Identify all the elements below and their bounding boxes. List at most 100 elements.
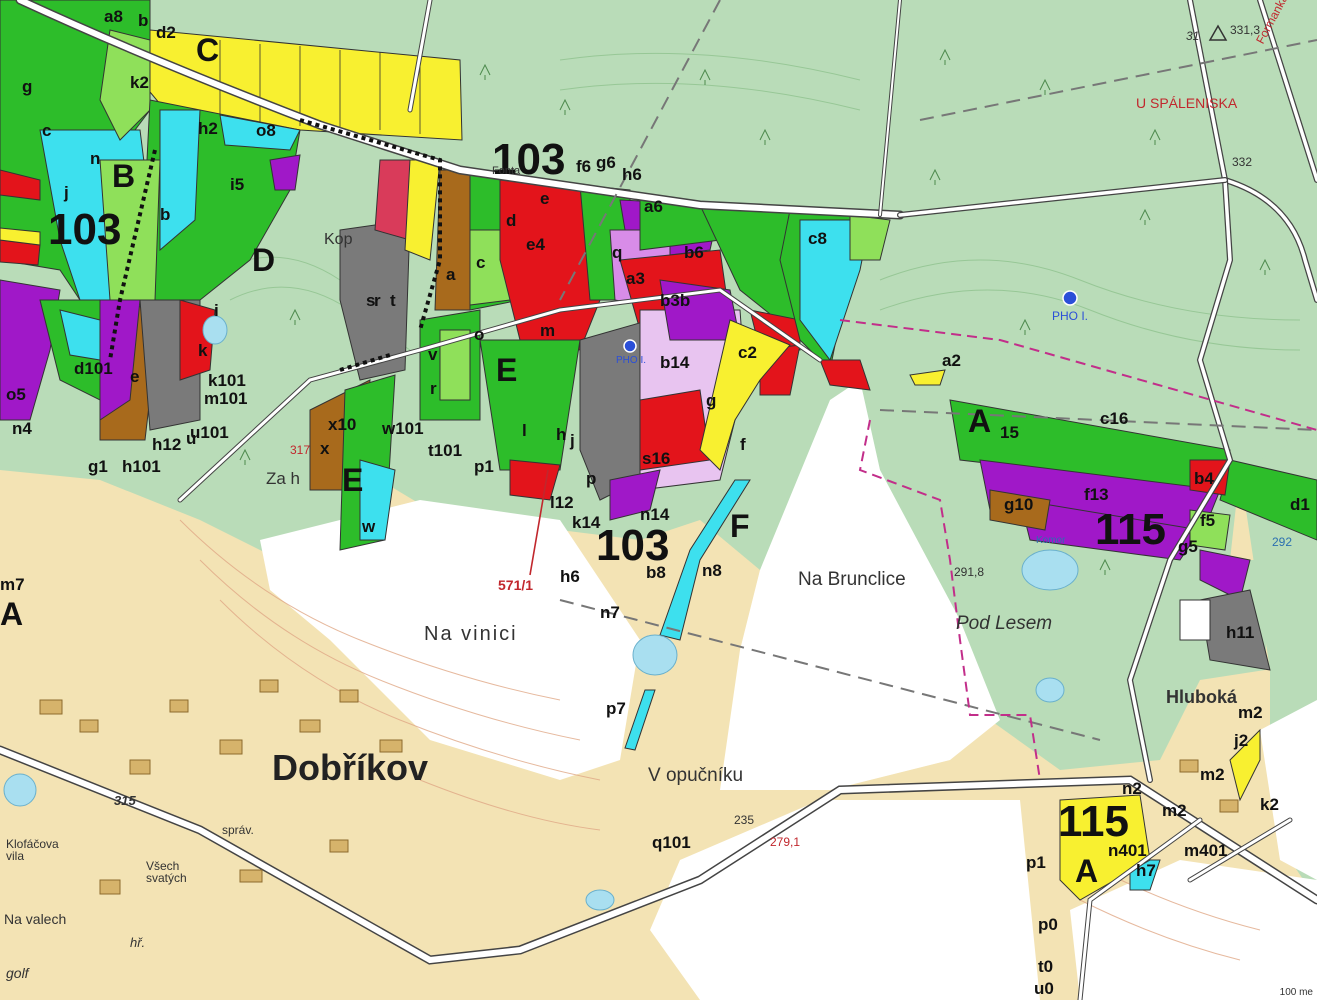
stand-c2: c2 xyxy=(738,343,757,362)
stand-e-sw: e xyxy=(130,367,140,386)
stand-m: m xyxy=(540,321,556,340)
section-b[interactable]: B xyxy=(112,160,135,192)
stand-b4: b4 xyxy=(1194,469,1214,488)
compartment-103-left[interactable]: 103 xyxy=(48,208,121,252)
stand-purple-o8 xyxy=(269,154,301,191)
stand-d2: d2 xyxy=(156,23,176,42)
section-f[interactable]: F xyxy=(730,510,750,542)
section-c[interactable]: C xyxy=(196,34,219,66)
pond-1 xyxy=(632,634,678,676)
stand-h12: h12 xyxy=(152,435,182,454)
place-fonta: Fonta xyxy=(492,165,521,177)
stand-e4: e4 xyxy=(526,235,545,254)
label-spot-31: 31 xyxy=(1186,29,1200,43)
stand-h6: h6 xyxy=(622,165,642,184)
place-na-vinici: Na vinici xyxy=(424,623,518,645)
section-d[interactable]: D xyxy=(252,244,275,276)
stand-i: i xyxy=(214,301,219,320)
stand-n14: n14 xyxy=(640,505,670,524)
section-a-left[interactable]: A xyxy=(0,598,23,630)
stand-c16: c16 xyxy=(1100,409,1129,428)
compartment-103-mid[interactable]: 103 xyxy=(596,524,669,568)
stand-q101: q101 xyxy=(652,833,691,852)
section-e-low[interactable]: E xyxy=(342,464,363,496)
stand-h2: h2 xyxy=(198,119,218,138)
stand-g6: g6 xyxy=(596,153,616,172)
compartment-115-bottom[interactable]: 115 xyxy=(1058,800,1129,844)
pond-5 xyxy=(585,889,615,911)
place-golf: golf xyxy=(6,965,29,981)
stand-u: u xyxy=(186,429,197,448)
pho-symbol xyxy=(1062,290,1078,306)
stand-u0: u0 xyxy=(1034,979,1054,998)
section-a-bottom[interactable]: A xyxy=(1075,855,1098,887)
stand-p0: p0 xyxy=(1038,915,1058,934)
stand-l12: l12 xyxy=(550,493,574,512)
stand-o8: o8 xyxy=(256,121,276,140)
stand-h6b: h6 xyxy=(560,567,580,586)
stand-x10: x10 xyxy=(328,415,357,434)
pond-2 xyxy=(1021,549,1079,591)
stand-g-mid: g xyxy=(706,391,717,410)
stand-b14: b14 xyxy=(660,353,690,372)
stand-j: j xyxy=(64,183,69,202)
stand-x: x xyxy=(320,439,330,458)
field-bottom xyxy=(650,800,1040,1000)
stand-m2b: m2 xyxy=(1200,765,1225,784)
stand-r-2: r xyxy=(430,379,437,398)
place-hluboka: Hluboká xyxy=(1166,687,1238,707)
stand-b8: b8 xyxy=(646,563,666,582)
stand-w101: w101 xyxy=(382,419,424,438)
stand-c: c xyxy=(42,121,52,140)
pho-symbol-2 xyxy=(623,339,637,353)
stand-e: e xyxy=(540,189,550,208)
stand-m7: m7 xyxy=(0,575,25,594)
stand-v: v xyxy=(428,345,438,364)
stand-s: s xyxy=(366,291,376,310)
place-sprav: správ. xyxy=(222,823,254,837)
place-hr: hř. xyxy=(130,935,146,950)
stand-a: a xyxy=(446,265,456,284)
stand-d: d xyxy=(506,211,517,230)
compartment-115-right[interactable]: 115 xyxy=(1095,508,1166,552)
stand-n401: n401 xyxy=(1108,841,1147,860)
forest-stand-map[interactable]: 103 103 103 115 115 A A A B C D E E F 57… xyxy=(0,0,1317,1000)
stand-h11: h11 xyxy=(1226,623,1255,642)
stand-k2b: k2 xyxy=(1260,795,1279,814)
section-e-mid[interactable]: E xyxy=(496,354,517,386)
stand-j: j xyxy=(570,431,575,450)
place-klofacova-vila: Klofáčova vila xyxy=(6,837,59,863)
stand-k2: k2 xyxy=(130,73,149,92)
pond-4 xyxy=(3,773,37,807)
stand-n7: n7 xyxy=(600,603,620,622)
stand-a2: a2 xyxy=(942,351,961,370)
place-vsech-svatych: Všech svatých xyxy=(146,859,187,885)
stand-n2: n2 xyxy=(1122,779,1142,798)
place-dobrikov: Dobříkov xyxy=(272,747,429,788)
stand-p1: p1 xyxy=(474,457,494,476)
stand-l: l xyxy=(522,421,527,440)
stand-g5: g5 xyxy=(1178,537,1198,556)
place-na-brunclice: Na Brunclice xyxy=(798,569,906,590)
pond-6 xyxy=(202,315,228,345)
stand-d101: d101 xyxy=(74,359,113,378)
section-a-right[interactable]: A xyxy=(968,405,991,437)
stand-n: n xyxy=(90,149,101,168)
stand-b6: b6 xyxy=(684,243,704,262)
label-spot-279-1: 279,1 xyxy=(770,835,801,849)
label-spot-291-8: 291,8 xyxy=(954,565,985,579)
stand-c-mid: c xyxy=(476,253,486,272)
stand-white-0 xyxy=(1179,599,1211,641)
label-spot-331-3: 331,3 xyxy=(1230,23,1261,37)
stand-s16: s16 xyxy=(642,449,671,468)
stand-d1: d1 xyxy=(1290,495,1310,514)
place-na-valech: Na valech xyxy=(4,911,67,927)
field-bottom-right-2 xyxy=(1260,700,1317,880)
label-pho-1: PHO I. xyxy=(1052,309,1089,323)
stand-b3b: b3b xyxy=(660,291,691,310)
parcel-571-1[interactable]: 571/1 xyxy=(498,578,533,592)
place-v-opucniku: V opučníku xyxy=(648,765,744,786)
stand-t0: t0 xyxy=(1038,957,1054,976)
stand-h7: h7 xyxy=(1136,861,1156,880)
stand-k14: k14 xyxy=(572,513,601,532)
